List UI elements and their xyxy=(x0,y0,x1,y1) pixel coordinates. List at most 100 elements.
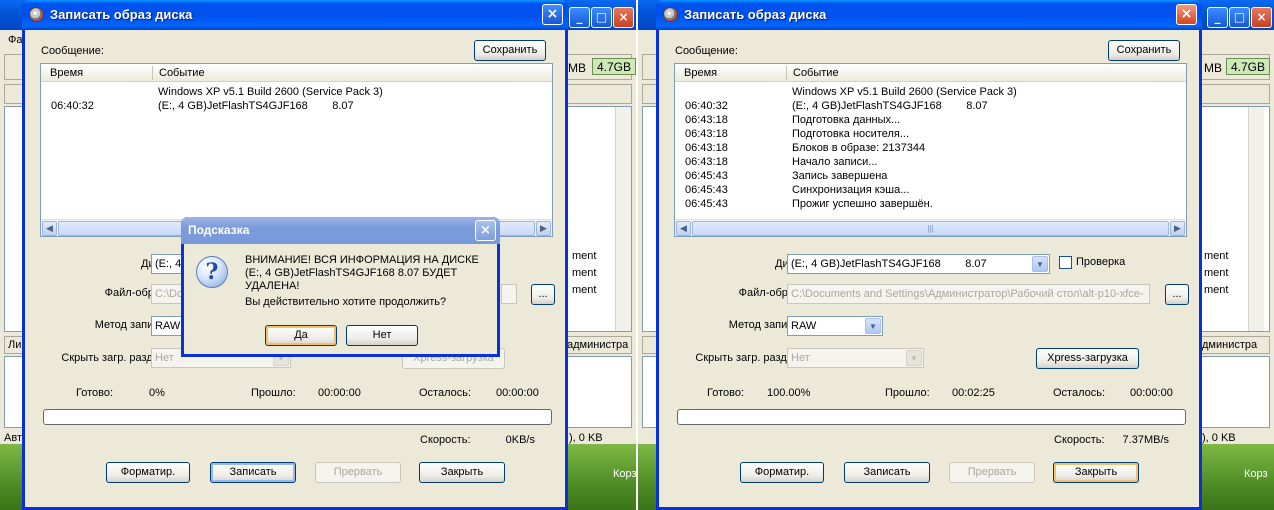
scroll-left-icon[interactable]: ◀ xyxy=(676,221,691,236)
scroll-thumb[interactable]: ||| xyxy=(692,221,1169,236)
close-icon[interactable]: × xyxy=(475,220,496,241)
column-event[interactable]: Событие xyxy=(159,67,205,79)
format-button[interactable]: Форматир. xyxy=(106,462,190,483)
scroll-right-icon[interactable]: ▶ xyxy=(1170,221,1185,236)
continue-question: Вы действительно хотите продолжить? xyxy=(245,296,447,308)
format-button[interactable]: Форматир. xyxy=(740,462,824,483)
ready-value: 100.00% xyxy=(767,387,811,399)
write-button[interactable]: Записать xyxy=(210,462,296,483)
tree-scrollbar[interactable] xyxy=(615,107,631,331)
chevron-down-icon[interactable]: ▼ xyxy=(906,350,922,366)
image-file-field-end xyxy=(501,284,517,304)
close-icon[interactable]: × xyxy=(542,4,563,25)
log-row[interactable]: 06:43:18 Подготовка данных... xyxy=(675,113,1186,127)
abort-button[interactable]: Прервать xyxy=(949,462,1035,483)
image-file-field[interactable]: C:\Do xyxy=(151,284,185,304)
disk-combo[interactable]: (E:, 4 GB)JetFlashTS4GJF168 8.07 ▼ xyxy=(787,254,1050,274)
column-fragment: Ли xyxy=(8,339,22,351)
log-row[interactable]: 06:40:32 (E:, 4 GB)JetFlashTS4GJF168 8.07 xyxy=(41,99,552,113)
log-horizontal-scrollbar[interactable]: ◀ ||| ▶ xyxy=(675,219,1186,236)
write-method-combo[interactable]: RAW ▼ xyxy=(787,316,883,336)
capacity-badge: 4.7GB xyxy=(1226,58,1271,75)
progress-fill xyxy=(680,412,1181,422)
tree-scrollbar[interactable] xyxy=(1248,107,1264,331)
confirmation-dialog: Подсказка × ? ВНИМАНИЕ! ВСЯ ИНФОРМАЦИЯ Н… xyxy=(181,217,500,357)
minimize-icon[interactable]: _ xyxy=(1207,7,1228,28)
log-time: 06:43:18 xyxy=(685,142,728,154)
speed-value: 7.37MB/s xyxy=(1122,434,1169,446)
log-row[interactable]: 06:45:43 Запись завершена xyxy=(675,169,1186,183)
log-row[interactable]: 06:45:43 Синхронизация кэша... xyxy=(675,183,1186,197)
message-log[interactable]: Время Событие Windows XP v5.1 Build 2600… xyxy=(674,63,1187,237)
capacity-badge: 4.7GB xyxy=(592,58,636,75)
list-fragment: ment xyxy=(572,250,597,262)
ready-label: Готово: xyxy=(707,387,745,399)
minimize-icon[interactable]: _ xyxy=(569,7,590,28)
popup-client: ? ВНИМАНИЕ! ВСЯ ИНФОРМАЦИЯ НА ДИСКЕ (E:,… xyxy=(184,244,497,354)
save-button[interactable]: Сохранить xyxy=(1108,40,1180,61)
log-event: Начало записи... xyxy=(792,156,878,168)
recycle-bin-label[interactable]: Корз xyxy=(1244,468,1268,480)
column-time[interactable]: Время xyxy=(50,67,83,79)
image-file-field[interactable]: C:\Documents and Settings\Администратор\… xyxy=(787,284,1150,304)
log-time: 06:40:32 xyxy=(51,100,94,112)
verify-checkbox[interactable] xyxy=(1059,256,1072,269)
log-time: 06:43:18 xyxy=(685,114,728,126)
xpress-boot-button[interactable]: Xpress-загрузка xyxy=(1036,348,1139,369)
close-button[interactable]: Закрыть xyxy=(419,462,505,483)
log-time: 06:45:43 xyxy=(685,198,728,210)
maximize-icon[interactable]: □ xyxy=(591,7,612,28)
column-time[interactable]: Время xyxy=(684,67,717,79)
log-event: Синхронизация кэша... xyxy=(792,184,910,196)
statusbar-fragment: ), 0 KB xyxy=(569,432,603,444)
log-row[interactable]: 06:43:18 Блоков в образе: 2137344 xyxy=(675,141,1186,155)
log-row[interactable]: Windows XP v5.1 Build 2600 (Service Pack… xyxy=(675,85,1186,99)
close-icon[interactable]: × xyxy=(1176,4,1197,25)
scroll-left-icon[interactable]: ◀ xyxy=(42,221,57,236)
remaining-value: 00:00:00 xyxy=(496,387,539,399)
dialog-titlebar: Записать образ диска × xyxy=(656,0,1202,30)
log-row[interactable]: Windows XP v5.1 Build 2600 (Service Pack… xyxy=(41,85,552,99)
chevron-down-icon[interactable]: ▼ xyxy=(865,318,881,334)
column-separator xyxy=(786,66,787,80)
ready-label: Готово: xyxy=(76,387,114,399)
log-row[interactable]: 06:45:43 Прожиг успешно завершён. xyxy=(675,197,1186,211)
column-event[interactable]: Событие xyxy=(793,67,839,79)
save-button[interactable]: Сохранить xyxy=(474,40,546,61)
dialog-client: Сообщение: Сохранить Время Событие Windo… xyxy=(659,30,1199,507)
menu-fragment: Фа xyxy=(8,34,23,46)
browse-button[interactable]: ... xyxy=(1165,284,1189,305)
write-method-combo[interactable]: RAW xyxy=(151,316,183,336)
log-time: 06:43:18 xyxy=(685,156,728,168)
size-fragment: MB xyxy=(568,61,586,75)
list-fragment: ment xyxy=(572,284,597,296)
browse-button[interactable]: ... xyxy=(531,284,555,305)
scroll-right-icon[interactable]: ▶ xyxy=(536,221,551,236)
log-event: Windows XP v5.1 Build 2600 (Service Pack… xyxy=(158,86,383,98)
log-time: 06:45:43 xyxy=(685,184,728,196)
elapsed-label: Прошло: xyxy=(251,387,296,399)
close-icon[interactable]: × xyxy=(613,7,634,28)
hide-partition-combo[interactable]: Нет ▼ xyxy=(787,348,924,368)
maximize-icon[interactable]: □ xyxy=(1229,7,1250,28)
no-button[interactable]: Нет xyxy=(346,325,418,346)
yes-button[interactable]: Да xyxy=(265,325,337,346)
log-event: Прожиг успешно завершён. xyxy=(792,198,933,210)
statusbar-fragment: Авт xyxy=(4,432,22,444)
close-button[interactable]: Закрыть xyxy=(1053,462,1139,483)
log-row[interactable]: 06:43:18 Подготовка носителя... xyxy=(675,127,1186,141)
log-row[interactable]: 06:43:18 Начало записи... xyxy=(675,155,1186,169)
message-log[interactable]: Время Событие Windows XP v5.1 Build 2600… xyxy=(40,63,553,237)
chevron-down-icon[interactable]: ▼ xyxy=(1032,256,1048,272)
log-row[interactable]: 06:40:32 (E:, 4 GB)JetFlashTS4GJF168 8.07 xyxy=(675,99,1186,113)
speed-label: Скорость: xyxy=(420,434,471,446)
popup-title: Подсказка xyxy=(188,223,250,237)
column-separator xyxy=(152,66,153,80)
log-time: 06:43:18 xyxy=(685,128,728,140)
recycle-bin-label[interactable]: Корз xyxy=(613,468,636,480)
abort-button[interactable]: Прервать xyxy=(315,462,401,483)
close-icon[interactable]: × xyxy=(1251,7,1272,28)
log-header: Время Событие xyxy=(41,64,552,82)
write-button[interactable]: Записать xyxy=(844,462,930,483)
log-header: Время Событие xyxy=(675,64,1186,82)
